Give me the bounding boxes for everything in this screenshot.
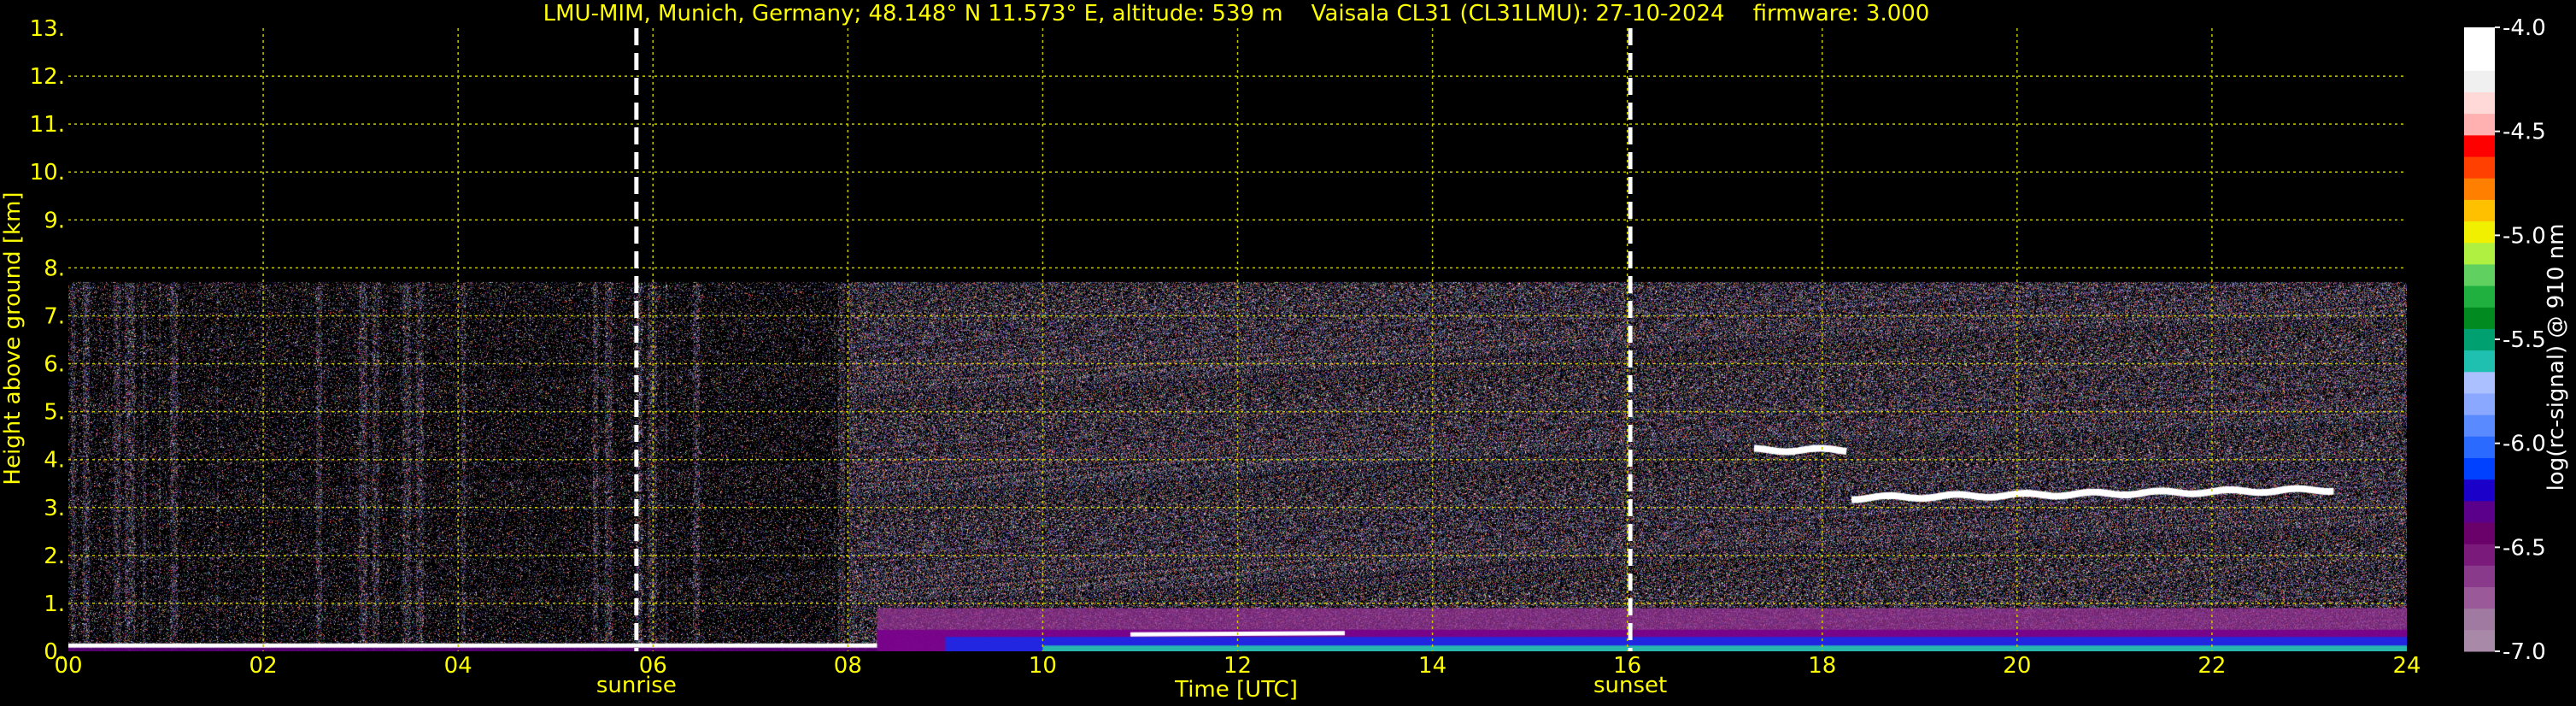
y-tick-label: 0.: [44, 639, 65, 665]
y-tick-label: 10.: [30, 160, 65, 185]
colorbar-swatch: [2464, 544, 2495, 566]
colorbar-swatch: [2464, 285, 2495, 308]
x-tick-label: 18: [1808, 653, 1836, 679]
colorbar-tick-label: -5.5: [2503, 327, 2546, 353]
y-tick-label: 3.: [44, 496, 65, 521]
x-tick-label: 14: [1418, 653, 1446, 679]
y-tick-label: 2.: [44, 544, 65, 569]
x-tick-label: 22: [2198, 653, 2226, 679]
colorbar-swatch: [2464, 113, 2495, 136]
colorbar-swatch: [2464, 242, 2495, 265]
x-tick-label: 04: [444, 653, 472, 679]
colorbar-swatch: [2464, 608, 2495, 631]
colorbar-tick-label: -4.0: [2503, 15, 2546, 41]
y-tick-label: 1.: [44, 591, 65, 617]
y-tick-label: 6.: [44, 352, 65, 378]
colorbar-swatch: [2464, 91, 2495, 115]
colorbar-tick-label: -5.0: [2503, 223, 2546, 249]
x-axis-label: Time [UTC]: [1174, 677, 1298, 703]
colorbar-swatch: [2464, 221, 2495, 244]
ceilometer-chart: LMU-MIM, Munich, Germany; 48.148° N 11.5…: [0, 0, 2576, 706]
colorbar-swatch: [2464, 307, 2495, 329]
colorbar-swatch: [2464, 134, 2495, 157]
colorbar-swatch: [2464, 156, 2495, 179]
colorbar-swatch: [2464, 436, 2495, 458]
colorbar-swatch: [2464, 199, 2495, 222]
colorbar-label: log(rc-signal) @ 910 nm: [2544, 224, 2569, 491]
colorbar-swatch: [2464, 500, 2495, 523]
y-tick-label: 7.: [44, 303, 65, 329]
y-tick-label: 12.: [30, 64, 65, 90]
y-tick-label: 9.: [44, 208, 65, 233]
colorbar-swatch: [2464, 178, 2495, 200]
colorbar-swatch: [2464, 586, 2495, 609]
colorbar-swatch: [2464, 350, 2495, 373]
colorbar-swatch: [2464, 49, 2495, 71]
x-tick-label: 24: [2392, 653, 2421, 679]
colorbar-swatch: [2464, 328, 2495, 351]
colorbar-swatch: [2464, 521, 2495, 544]
y-axis-label: Height above ground [km]: [0, 191, 26, 485]
colorbar-tick-label: -6.5: [2503, 535, 2546, 561]
colorbar-tick-label: -6.0: [2503, 432, 2546, 457]
x-tick-label: 10: [1029, 653, 1057, 679]
colorbar-swatch: [2464, 27, 2495, 50]
x-tick-label: 06: [639, 653, 667, 679]
colorbar-swatch: [2464, 263, 2495, 286]
colorbar-swatch: [2464, 629, 2495, 652]
colorbar-tick-label: -4.5: [2503, 120, 2546, 145]
y-tick-label: 13.: [30, 16, 65, 42]
colorbar-swatch: [2464, 565, 2495, 587]
y-tick-label: 5.: [44, 400, 65, 426]
colorbar-swatch: [2464, 371, 2495, 394]
y-tick-label: 8.: [44, 256, 65, 281]
colorbar-tick-label: -7.0: [2503, 639, 2546, 665]
x-tick-label: 20: [2003, 653, 2031, 679]
colorbar-swatch: [2464, 415, 2495, 437]
colorbar-swatch: [2464, 392, 2495, 415]
y-tick-label: 4.: [44, 448, 65, 474]
colorbar-swatch: [2464, 70, 2495, 93]
colorbar-swatch: [2464, 457, 2495, 480]
colorbar-swatch: [2464, 479, 2495, 502]
chart-title: LMU-MIM, Munich, Germany; 48.148° N 11.5…: [543, 1, 1930, 26]
x-tick-label: 16: [1613, 653, 1641, 679]
y-tick-label: 11.: [30, 112, 65, 138]
x-tick-label: 02: [249, 653, 278, 679]
x-tick-label: 08: [834, 653, 862, 679]
x-tick-label: 12: [1223, 653, 1252, 679]
